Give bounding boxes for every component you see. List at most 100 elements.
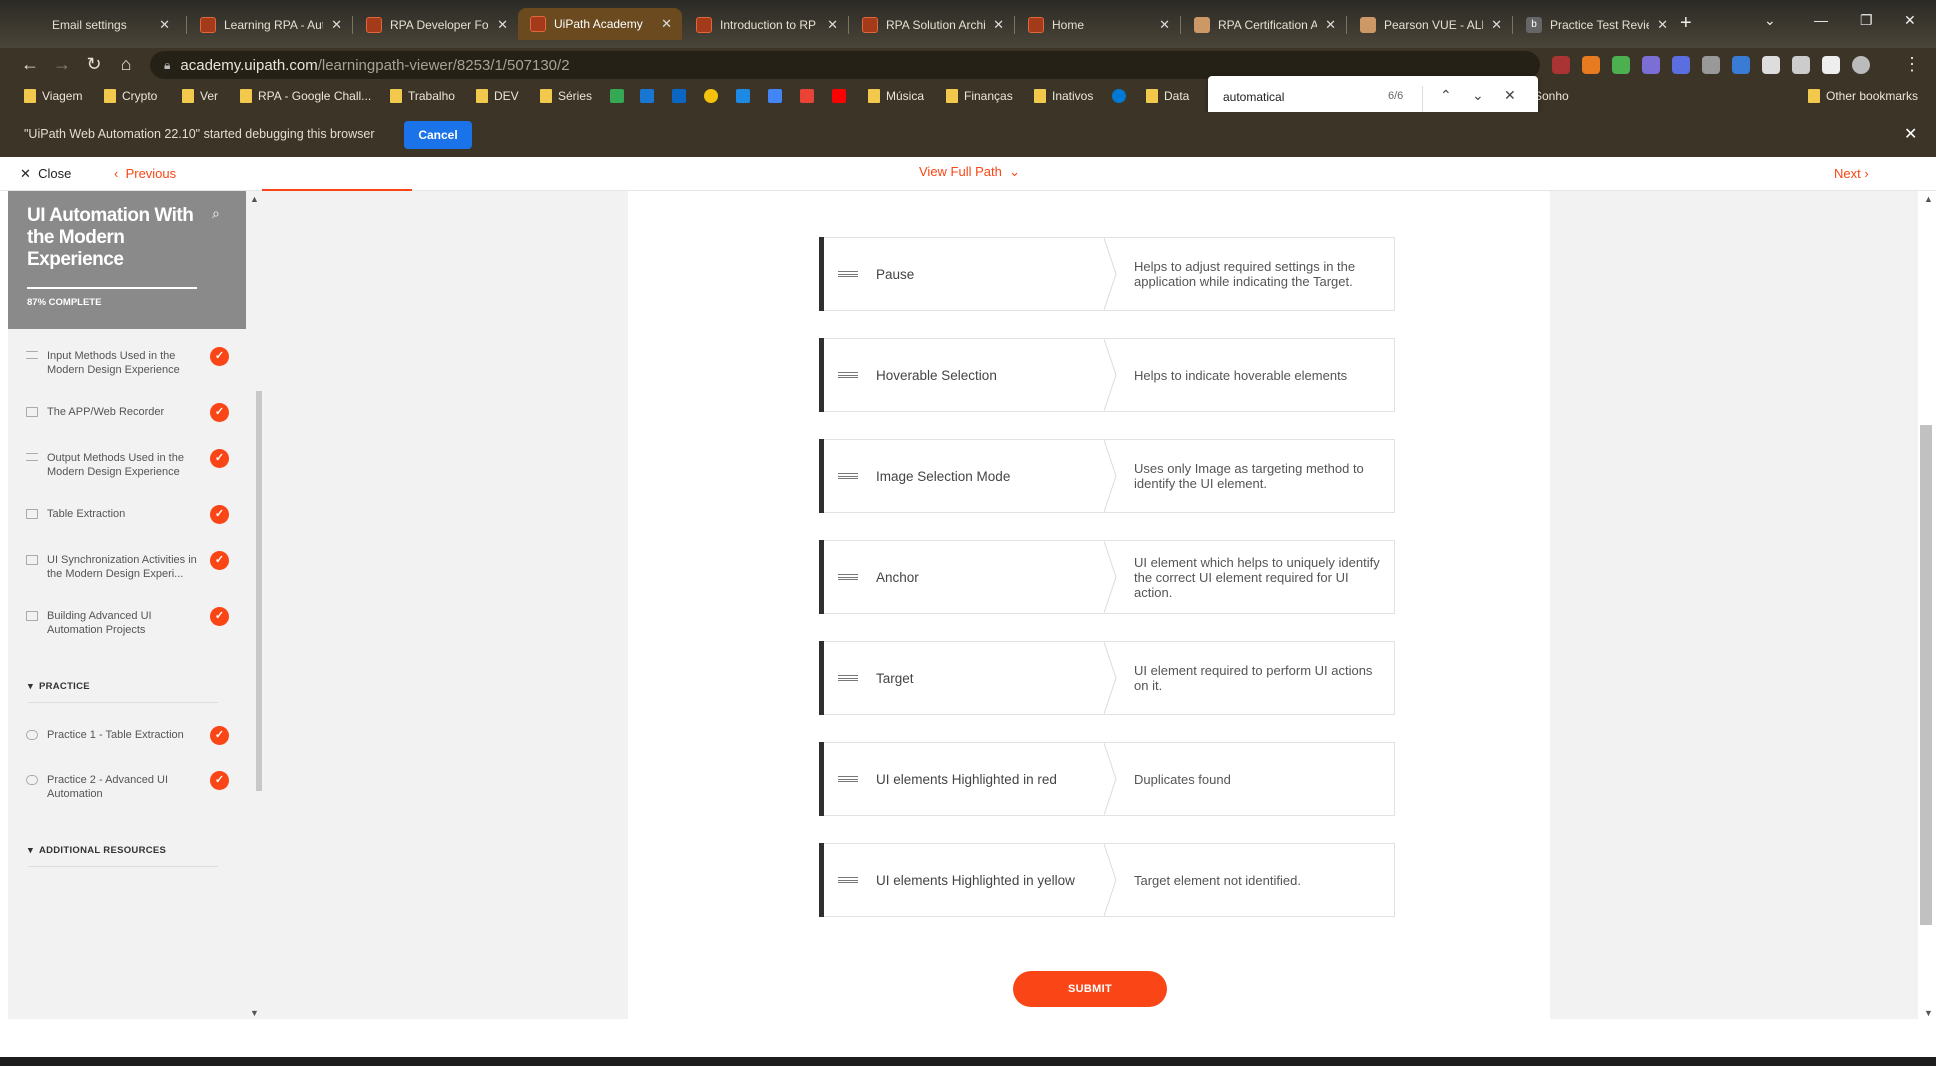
view-full-path-button[interactable]: View Full Path ⌄ <box>919 164 1020 180</box>
lesson-item[interactable]: Input Methods Used in the Modern Design … <box>26 347 236 389</box>
close-button[interactable]: ✕ Close <box>20 166 71 182</box>
tab-introduction-rpa[interactable]: Introduction to RP ✕ <box>684 10 848 40</box>
window-close-icon[interactable]: ✕ <box>1904 12 1916 29</box>
matching-pair[interactable]: UI elements Highlighted in yellow Target … <box>819 843 1395 917</box>
close-tab-icon[interactable]: ✕ <box>1657 17 1668 33</box>
close-tab-icon[interactable]: ✕ <box>661 16 672 32</box>
extension-icon[interactable] <box>1672 56 1690 74</box>
close-tab-icon[interactable]: ✕ <box>993 17 1004 33</box>
extension-icon[interactable] <box>1642 56 1660 74</box>
home-icon[interactable]: ⌂ <box>114 54 138 75</box>
matching-pair[interactable]: Image Selection Mode Uses only Image as t… <box>819 439 1395 513</box>
close-tab-icon[interactable]: ✕ <box>1159 17 1170 33</box>
restore-icon[interactable]: ❐ <box>1860 12 1873 29</box>
drag-handle-icon[interactable] <box>838 271 858 277</box>
extension-icon[interactable] <box>1612 56 1630 74</box>
translate-icon[interactable] <box>768 89 782 103</box>
lesson-item[interactable]: Table Extraction ✓ <box>26 505 236 547</box>
tab-search-icon[interactable]: ⌄ <box>1764 12 1776 29</box>
close-tab-icon[interactable]: ✕ <box>1491 17 1502 33</box>
bookmark-folder[interactable]: Data <box>1146 89 1189 103</box>
matching-pair[interactable]: Anchor UI element which helps to uniquely… <box>819 540 1395 614</box>
close-tab-icon[interactable]: ✕ <box>331 17 342 33</box>
drag-handle-icon[interactable] <box>838 675 858 681</box>
find-previous-icon[interactable]: ⌃ <box>1440 87 1452 104</box>
mail-extension-icon[interactable] <box>1702 56 1720 74</box>
puzzle-icon[interactable] <box>1762 56 1780 74</box>
bookmark-folder[interactable]: Finanças <box>946 89 1013 103</box>
matching-pair[interactable]: Hoverable Selection Helps to indicate hov… <box>819 338 1395 412</box>
profile-avatar[interactable] <box>1852 56 1870 74</box>
back-icon[interactable]: ← <box>18 54 42 75</box>
bookmark-folder[interactable]: Ver <box>182 89 218 103</box>
scroll-up-icon[interactable]: ▲ <box>1924 194 1933 204</box>
matching-pair[interactable]: Target UI element required to perform UI … <box>819 641 1395 715</box>
bookmark-folder[interactable]: Viagem <box>24 89 82 103</box>
matching-pair[interactable]: UI elements Highlighted in red Duplicates… <box>819 742 1395 816</box>
close-tab-icon[interactable]: ✕ <box>827 17 838 33</box>
reload-icon[interactable]: ↻ <box>82 54 106 75</box>
pair-term[interactable]: Image Selection Mode <box>876 440 1106 512</box>
bookmark-folder[interactable]: Crypto <box>104 89 157 103</box>
tab-pearson-vue[interactable]: Pearson VUE - ALE ✕ <box>1348 10 1512 40</box>
scroll-down-icon[interactable]: ▼ <box>1924 1008 1933 1018</box>
pair-term[interactable]: Hoverable Selection <box>876 339 1106 411</box>
bookmark-folder[interactable]: Séries <box>540 89 592 103</box>
bookmark-folder[interactable]: DEV <box>476 89 519 103</box>
pair-term[interactable]: Target <box>876 642 1106 714</box>
drag-handle-icon[interactable] <box>838 574 858 580</box>
tab-practice-test[interactable]: b Practice Test Revie ✕ <box>1514 10 1678 40</box>
close-tab-icon[interactable]: ✕ <box>159 17 170 33</box>
matching-pair[interactable]: Pause Helps to adjust required settings i… <box>819 237 1395 311</box>
drag-handle-icon[interactable] <box>838 473 858 479</box>
bookmark-folder[interactable]: Inativos <box>1034 89 1093 103</box>
find-close-icon[interactable]: ✕ <box>1504 87 1516 104</box>
other-bookmarks[interactable]: Other bookmarks <box>1808 89 1918 103</box>
metamask-icon[interactable] <box>1582 56 1600 74</box>
gmail-icon[interactable] <box>800 89 814 103</box>
practice-item[interactable]: Practice 2 - Advanced UI Automation ✓ <box>26 771 236 813</box>
bookmark-folder[interactable]: Música <box>868 89 924 103</box>
pair-term[interactable]: UI elements Highlighted in red <box>876 743 1106 815</box>
previous-button[interactable]: ‹ Previous <box>114 166 176 181</box>
find-input[interactable]: automatical <box>1223 90 1284 104</box>
tab-learning-rpa[interactable]: Learning RPA - Aut ✕ <box>188 10 352 40</box>
onedrive-icon[interactable] <box>1112 89 1126 103</box>
menu-icon[interactable]: ⋮ <box>1900 54 1924 75</box>
drag-handle-icon[interactable] <box>838 877 858 883</box>
outlook-icon[interactable] <box>640 89 654 103</box>
tab-rpa-developer[interactable]: RPA Developer Fo ✕ <box>354 10 518 40</box>
reading-list-icon[interactable] <box>1792 56 1810 74</box>
next-button[interactable]: Next › <box>1834 166 1869 181</box>
lesson-item[interactable]: The APP/Web Recorder ✓ <box>26 403 236 445</box>
tab-email-settings[interactable]: Email settings ✕ <box>16 10 180 40</box>
calendar-icon[interactable] <box>736 89 750 103</box>
forward-icon[interactable]: → <box>50 54 74 75</box>
lesson-item[interactable]: Output Methods Used in the Modern Design… <box>26 449 236 491</box>
uipath-extension-icon[interactable] <box>1552 56 1570 74</box>
bookmark-folder[interactable]: Trabalho <box>390 89 455 103</box>
pair-term[interactable]: Pause <box>876 238 1106 310</box>
practice-section-header[interactable]: ▾ PRACTICE <box>28 681 218 703</box>
practice-item[interactable]: Practice 1 - Table Extraction ✓ <box>26 726 236 768</box>
bookmark-folder[interactable]: RPA - Google Chall... <box>240 89 371 103</box>
additional-resources-header[interactable]: ▾ ADDITIONAL RESOURCES <box>28 845 218 867</box>
linkedin-icon[interactable] <box>672 89 686 103</box>
side-panel-icon[interactable] <box>1822 56 1840 74</box>
page-scrollbar[interactable] <box>1920 425 1932 925</box>
close-tab-icon[interactable]: ✕ <box>1325 17 1336 33</box>
tab-rpa-certification[interactable]: RPA Certification A ✕ <box>1182 10 1346 40</box>
close-icon[interactable]: ✕ <box>1904 124 1917 144</box>
lesson-item[interactable]: UI Synchronization Activities in the Mod… <box>26 551 236 593</box>
drag-handle-icon[interactable] <box>838 776 858 782</box>
search-icon[interactable]: ⌕ <box>212 205 220 222</box>
minimize-icon[interactable]: — <box>1814 12 1828 28</box>
youtube-icon[interactable] <box>832 89 846 103</box>
pair-term[interactable]: Anchor <box>876 541 1106 613</box>
cancel-debugging-button[interactable]: Cancel <box>404 121 472 149</box>
submit-button[interactable]: SUBMIT <box>1013 971 1167 1007</box>
tab-uipath-academy[interactable]: UiPath Academy ✕ <box>518 8 682 40</box>
google-drive-icon[interactable] <box>610 89 624 103</box>
drag-handle-icon[interactable] <box>838 372 858 378</box>
sidebar-scroll-up-icon[interactable]: ▲ <box>250 194 259 204</box>
